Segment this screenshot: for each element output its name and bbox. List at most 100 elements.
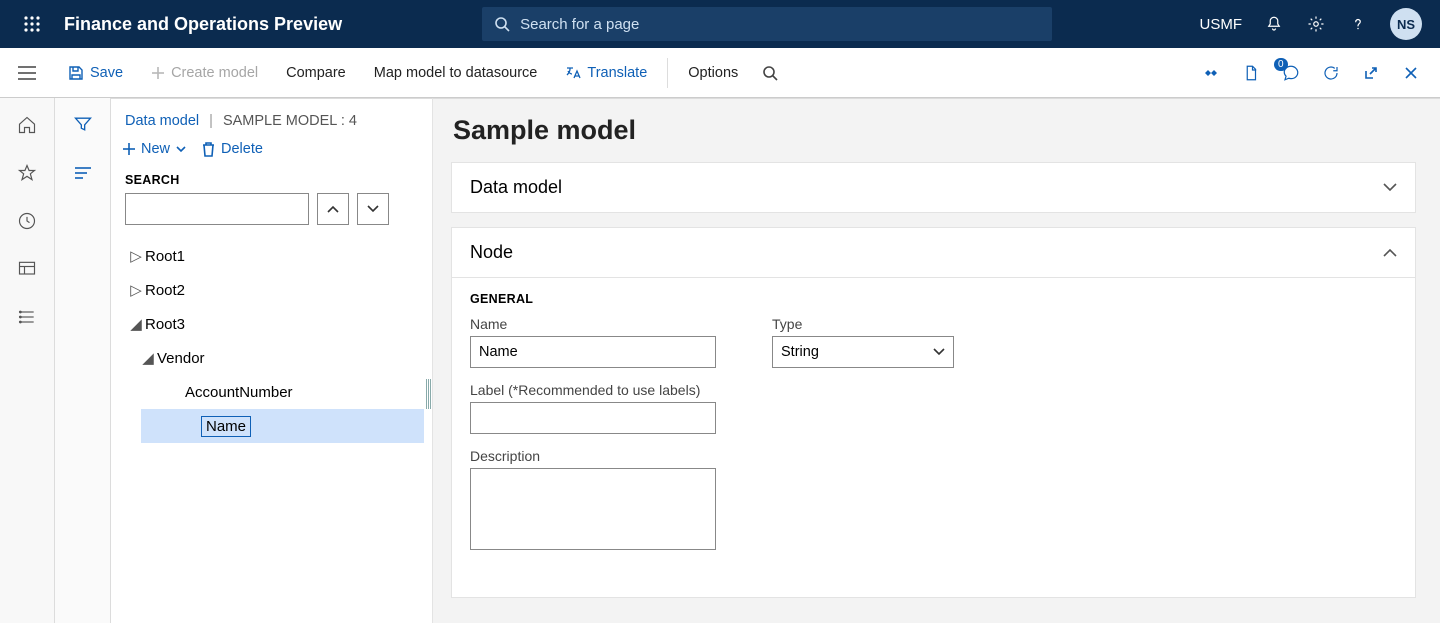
panel-node-header[interactable]: Node <box>452 228 1415 277</box>
global-search-input[interactable] <box>520 16 1040 33</box>
tree-node-vendor[interactable]: ◢ Vendor <box>121 341 424 375</box>
translate-button[interactable]: Translate <box>551 48 661 97</box>
tree-toolbar: New Delete <box>111 139 424 167</box>
options-label: Options <box>688 65 738 81</box>
field-description: Description <box>470 448 716 555</box>
delete-label: Delete <box>221 141 263 157</box>
new-button[interactable]: New <box>123 141 186 157</box>
field-type-select[interactable]: String <box>772 336 954 368</box>
field-label: Label (*Recommended to use labels) <box>470 382 716 434</box>
delete-button[interactable]: Delete <box>202 141 263 157</box>
notifications-icon[interactable] <box>1264 14 1284 34</box>
global-search[interactable] <box>482 7 1052 41</box>
options-button[interactable]: Options <box>674 48 752 97</box>
expand-icon[interactable]: ▷ <box>127 281 145 299</box>
save-icon <box>68 65 84 81</box>
panel-title: Node <box>470 242 513 263</box>
tree-node-root2[interactable]: ▷ Root2 <box>121 273 424 307</box>
search-next-button[interactable] <box>357 193 389 225</box>
modules-icon[interactable] <box>16 306 38 328</box>
field-name-input[interactable] <box>470 336 716 368</box>
action-search-button[interactable] <box>752 48 788 97</box>
compare-button[interactable]: Compare <box>272 48 360 97</box>
plus-icon <box>151 66 165 80</box>
action-bar: Save Create model Compare Map model to d… <box>0 48 1440 98</box>
app-launcher-icon[interactable] <box>8 15 56 33</box>
translate-label: Translate <box>587 65 647 81</box>
create-model-label: Create model <box>171 65 258 81</box>
messages-badge: 0 <box>1274 58 1288 71</box>
tree-label: Vendor <box>157 350 205 367</box>
search-icon <box>494 16 510 32</box>
content-area: Sample model Data model Node GENERAL Nam… <box>433 98 1440 623</box>
field-type-label: Type <box>772 316 954 332</box>
splitter-handle[interactable] <box>426 379 432 409</box>
search-icon <box>762 65 778 81</box>
trash-icon <box>202 142 215 157</box>
home-icon[interactable] <box>16 114 38 136</box>
chevron-down-icon <box>1383 183 1397 192</box>
save-label: Save <box>90 65 123 81</box>
workspaces-icon[interactable] <box>16 258 38 280</box>
save-button[interactable]: Save <box>54 48 137 97</box>
recent-icon[interactable] <box>16 210 38 232</box>
tree-pane: Data model | SAMPLE MODEL : 4 New Delete… <box>111 98 433 623</box>
related-info-icon[interactable] <box>1200 62 1222 84</box>
popout-icon[interactable] <box>1360 62 1382 84</box>
company-code[interactable]: USMF <box>1200 16 1243 33</box>
breadcrumb-current: SAMPLE MODEL : 4 <box>223 113 357 129</box>
field-name-label: Name <box>470 316 716 332</box>
tree-node-root3[interactable]: ◢ Root3 <box>121 307 424 341</box>
divider <box>667 58 668 88</box>
action-bar-right: 0 <box>1200 62 1436 84</box>
panel-node: Node GENERAL Name Label (*Recommended to… <box>451 227 1416 598</box>
map-model-label: Map model to datasource <box>374 65 538 81</box>
tree-label: Name <box>201 416 251 437</box>
app-title: Finance and Operations Preview <box>64 14 342 35</box>
breadcrumb: Data model | SAMPLE MODEL : 4 <box>111 113 424 139</box>
expand-icon[interactable]: ▷ <box>127 247 145 265</box>
tree-node-root1[interactable]: ▷ Root1 <box>121 239 424 273</box>
plus-icon <box>123 143 135 155</box>
refresh-icon[interactable] <box>1320 62 1342 84</box>
chevron-down-icon <box>933 348 945 356</box>
chevron-up-icon <box>1383 248 1397 257</box>
filter-icon[interactable] <box>73 114 93 139</box>
hamburger-icon[interactable] <box>0 65 54 81</box>
tree-node-accountnumber[interactable]: AccountNumber <box>121 375 424 409</box>
collapse-icon[interactable]: ◢ <box>127 315 145 333</box>
map-model-button[interactable]: Map model to datasource <box>360 48 552 97</box>
sort-icon[interactable] <box>73 165 93 186</box>
close-icon[interactable] <box>1400 62 1422 84</box>
breadcrumb-separator: | <box>209 113 213 129</box>
user-avatar[interactable]: NS <box>1390 8 1422 40</box>
panel-datamodel-header[interactable]: Data model <box>452 163 1415 212</box>
panel-title: Data model <box>470 177 562 198</box>
collapse-icon[interactable]: ◢ <box>139 349 157 367</box>
panel-node-body: GENERAL Name Label (*Recommended to use … <box>452 277 1415 597</box>
help-icon[interactable] <box>1348 14 1368 34</box>
navigation-rail <box>0 98 55 623</box>
field-type: Type String <box>772 316 954 368</box>
topbar-right: USMF NS <box>1200 8 1433 40</box>
side-panel <box>55 98 111 623</box>
favorites-icon[interactable] <box>16 162 38 184</box>
tree-label: Root3 <box>145 316 185 333</box>
field-label-input[interactable] <box>470 402 716 434</box>
compare-label: Compare <box>286 65 346 81</box>
tree-search-row <box>111 193 424 239</box>
section-general: GENERAL <box>470 292 1397 306</box>
search-prev-button[interactable] <box>317 193 349 225</box>
settings-icon[interactable] <box>1306 14 1326 34</box>
translate-icon <box>565 65 581 81</box>
field-type-value: String <box>781 344 819 360</box>
attachments-icon[interactable] <box>1240 62 1262 84</box>
tree: ▷ Root1 ▷ Root2 ◢ Root3 ◢ Vendor Account… <box>111 239 424 443</box>
panel-datamodel: Data model <box>451 162 1416 213</box>
breadcrumb-root[interactable]: Data model <box>125 113 199 129</box>
tree-search-input[interactable] <box>125 193 309 225</box>
field-description-input[interactable] <box>470 468 716 550</box>
tree-label: AccountNumber <box>185 384 293 401</box>
tree-node-name[interactable]: Name <box>141 409 424 443</box>
messages-icon[interactable]: 0 <box>1280 62 1302 84</box>
